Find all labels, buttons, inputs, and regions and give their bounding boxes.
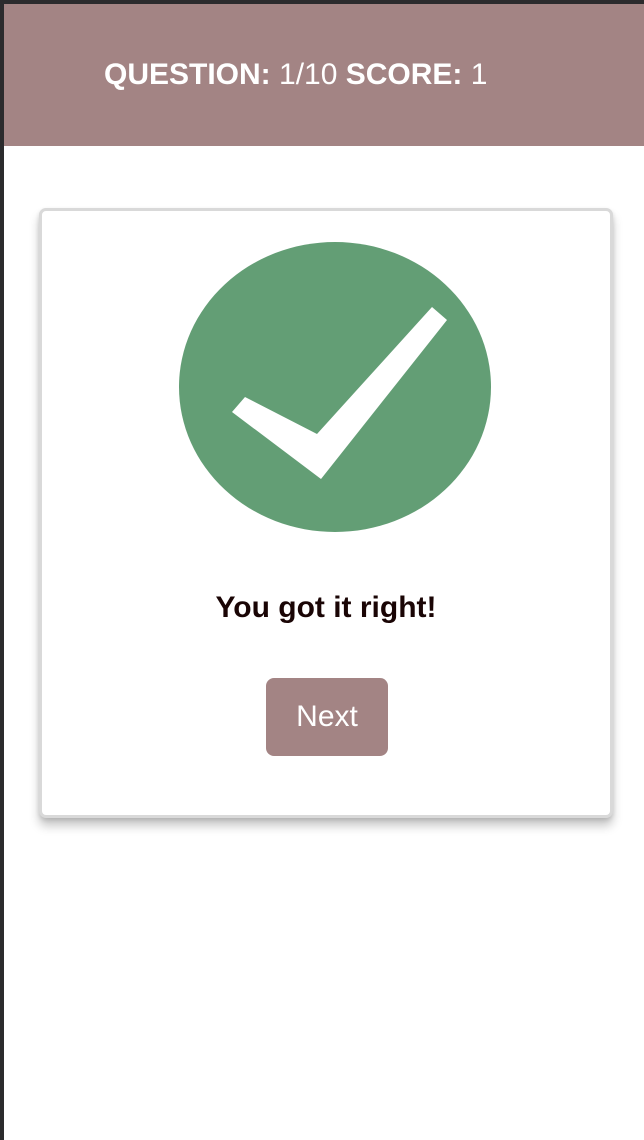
score-value: 1 bbox=[470, 58, 488, 91]
result-message: You got it right! bbox=[215, 591, 437, 624]
next-button[interactable]: Next bbox=[266, 678, 388, 756]
result-card: You got it right! Next bbox=[39, 208, 613, 818]
question-counter: 1/10 bbox=[279, 58, 338, 91]
question-label: QUESTION: bbox=[104, 58, 271, 91]
quiz-header: QUESTION: 1/10 SCORE: 1 bbox=[4, 4, 644, 146]
header-status: QUESTION: 1/10 SCORE: 1 bbox=[104, 60, 487, 90]
score-label: SCORE: bbox=[345, 58, 463, 91]
app-screen: QUESTION: 1/10 SCORE: 1 You got it right… bbox=[4, 4, 644, 1140]
checkmark-circle-icon bbox=[178, 241, 492, 533]
